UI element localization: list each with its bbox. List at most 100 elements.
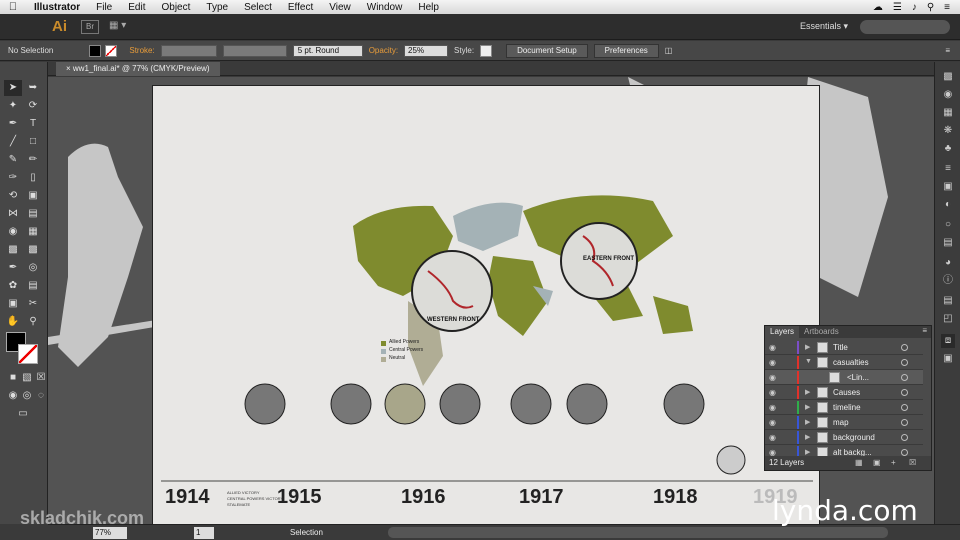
visibility-eye-icon[interactable]: ◉ [769,373,779,382]
transform-panel-icon[interactable]: ◰ [941,312,955,326]
rectangle-tool-icon[interactable]: □ [24,134,42,150]
visibility-eye-icon[interactable]: ◉ [769,433,779,442]
layer-row[interactable]: ◉ ▶ map [765,415,923,430]
width-tool-icon[interactable]: ⋈ [4,206,22,222]
fill-swatch[interactable] [89,44,102,57]
new-layer-icon[interactable]: ▦ [855,456,863,470]
spotlight-icon[interactable]: ⚲ [927,2,934,13]
layer-name[interactable]: Title [833,343,848,352]
mesh-tool-icon[interactable]: ▩ [4,242,22,258]
horizontal-scrollbar[interactable] [388,527,888,538]
menu-edit[interactable]: Edit [120,2,153,13]
line-tool-icon[interactable]: ╱ [4,134,22,150]
artboards-panel-icon[interactable]: ▣ [941,352,955,366]
layer-name[interactable]: map [833,418,849,427]
search-field[interactable] [860,19,950,34]
symbols-panel-icon[interactable]: ♣ [941,142,955,156]
stroke-label[interactable]: Stroke: [129,46,154,55]
brush-dropdown[interactable]: 5 pt. Round [292,44,363,57]
tab-layers[interactable]: Layers [765,326,800,338]
bridge-button[interactable]: Br [81,19,99,34]
align-icon[interactable]: ◫ [665,46,673,55]
layer-row[interactable]: ◉ <Lin... [765,370,923,385]
layer-name[interactable]: background [833,433,875,442]
menu-app[interactable]: Illustrator [26,2,88,13]
opacity-input[interactable]: 25% [404,44,449,57]
tab-artboards[interactable]: Artboards [799,326,844,338]
zoom-tool-icon[interactable]: ⚲ [24,314,42,330]
align-panel-icon[interactable]: ▤ [941,294,955,308]
panel-menu-icon[interactable]: ≡ [945,46,950,55]
menu-window[interactable]: Window [359,2,411,13]
wifi-icon[interactable]: ☰ [893,2,902,13]
gradient-tool-icon[interactable]: ▩ [24,242,42,258]
menu-help[interactable]: Help [410,2,447,13]
stroke-swatch[interactable] [105,44,118,57]
color-guide-icon[interactable]: ◉ [941,88,955,102]
new-sublayer-icon[interactable]: ▣ [873,456,881,470]
eraser-tool-icon[interactable]: ▯ [24,170,42,186]
paintbrush-tool-icon[interactable]: ✎ [4,152,22,168]
type-tool-icon[interactable]: T [24,116,42,132]
screen-mode-icon[interactable]: ▭ [14,406,32,422]
delete-layer-icon[interactable]: ☒ [909,456,916,470]
opacity-label[interactable]: Opacity: [369,46,398,55]
graphic-style-swatch[interactable] [480,44,493,57]
pen-tool-icon[interactable]: ✒ [4,116,22,132]
layer-name[interactable]: <Lin... [847,373,869,382]
variable-width-dropdown[interactable] [222,44,287,57]
arrange-documents-button[interactable]: ▦ ▾ [109,20,133,34]
target-circle-icon[interactable] [901,419,908,426]
menu-select[interactable]: Select [236,2,280,13]
preferences-button[interactable]: Preferences [593,43,659,58]
appearance-panel-icon[interactable]: ○ [941,218,955,232]
document-tab[interactable]: × ww1_final.ai* @ 77% (CMYK/Preview) [56,62,220,76]
shape-builder-tool-icon[interactable]: ◉ [4,224,22,240]
gradient-panel-icon[interactable]: ▣ [941,180,955,194]
graph-tool-icon[interactable]: ▤ [24,278,42,294]
lasso-tool-icon[interactable]: ⟳ [24,98,42,114]
layer-name[interactable]: Causes [833,388,860,397]
graphic-styles-panel-icon[interactable]: ▤ [941,236,955,250]
chevron-right-icon[interactable]: ▶ [805,433,810,441]
blob-brush-tool-icon[interactable]: ✑ [4,170,22,186]
symbol-sprayer-tool-icon[interactable]: ✿ [4,278,22,294]
layer-name[interactable]: timeline [833,403,861,412]
menu-effect[interactable]: Effect [280,2,321,13]
add-layer-icon[interactable]: + [891,456,896,470]
target-circle-icon[interactable] [901,449,908,456]
magic-wand-tool-icon[interactable]: ✦ [4,98,22,114]
slice-tool-icon[interactable]: ✂ [24,296,42,312]
scale-tool-icon[interactable]: ▣ [24,188,42,204]
list-icon[interactable]: ≡ [944,2,950,13]
transparency-panel-icon[interactable]: ◐ [941,198,955,212]
target-circle-icon[interactable] [901,374,908,381]
chevron-right-icon[interactable]: ▶ [805,418,810,426]
direct-selection-tool-icon[interactable]: ➥ [24,80,42,96]
chevron-right-icon[interactable]: ▶ [805,343,810,351]
layer-row[interactable]: ◉ ▶ Title [765,340,923,355]
stroke-panel-icon[interactable]: ≡ [941,162,955,176]
menu-type[interactable]: Type [198,2,236,13]
info-panel-icon[interactable]: ⓘ [941,274,955,288]
stroke-color-swatch[interactable] [18,344,38,364]
free-transform-tool-icon[interactable]: ▤ [24,206,42,222]
menu-view[interactable]: View [321,2,359,13]
rotate-tool-icon[interactable]: ⟲ [4,188,22,204]
target-circle-icon[interactable] [901,344,908,351]
visibility-eye-icon[interactable]: ◉ [769,388,779,397]
navigator-panel-icon[interactable]: ◕ [941,256,955,270]
layers-panel-icon[interactable]: ⧈ [941,334,955,348]
layer-row[interactable]: ◉ ▶ timeline [765,400,923,415]
panel-menu-icon[interactable]: ≡ [922,326,931,338]
artboard[interactable]: WESTERN FRONT EASTERN FRONT Allied Power… [152,85,820,524]
chevron-right-icon[interactable]: ▶ [805,448,810,456]
chevron-right-icon[interactable]: ▶ [805,403,810,411]
color-panel-icon[interactable]: ▩ [941,70,955,84]
target-circle-icon[interactable] [901,404,908,411]
perspective-grid-tool-icon[interactable]: ▦ [24,224,42,240]
workspace-switcher[interactable]: Essentials ▾ [800,21,860,32]
hand-tool-icon[interactable]: ✋ [4,314,22,330]
menu-object[interactable]: Object [153,2,198,13]
chevron-down-icon[interactable]: ▼ [805,358,812,365]
